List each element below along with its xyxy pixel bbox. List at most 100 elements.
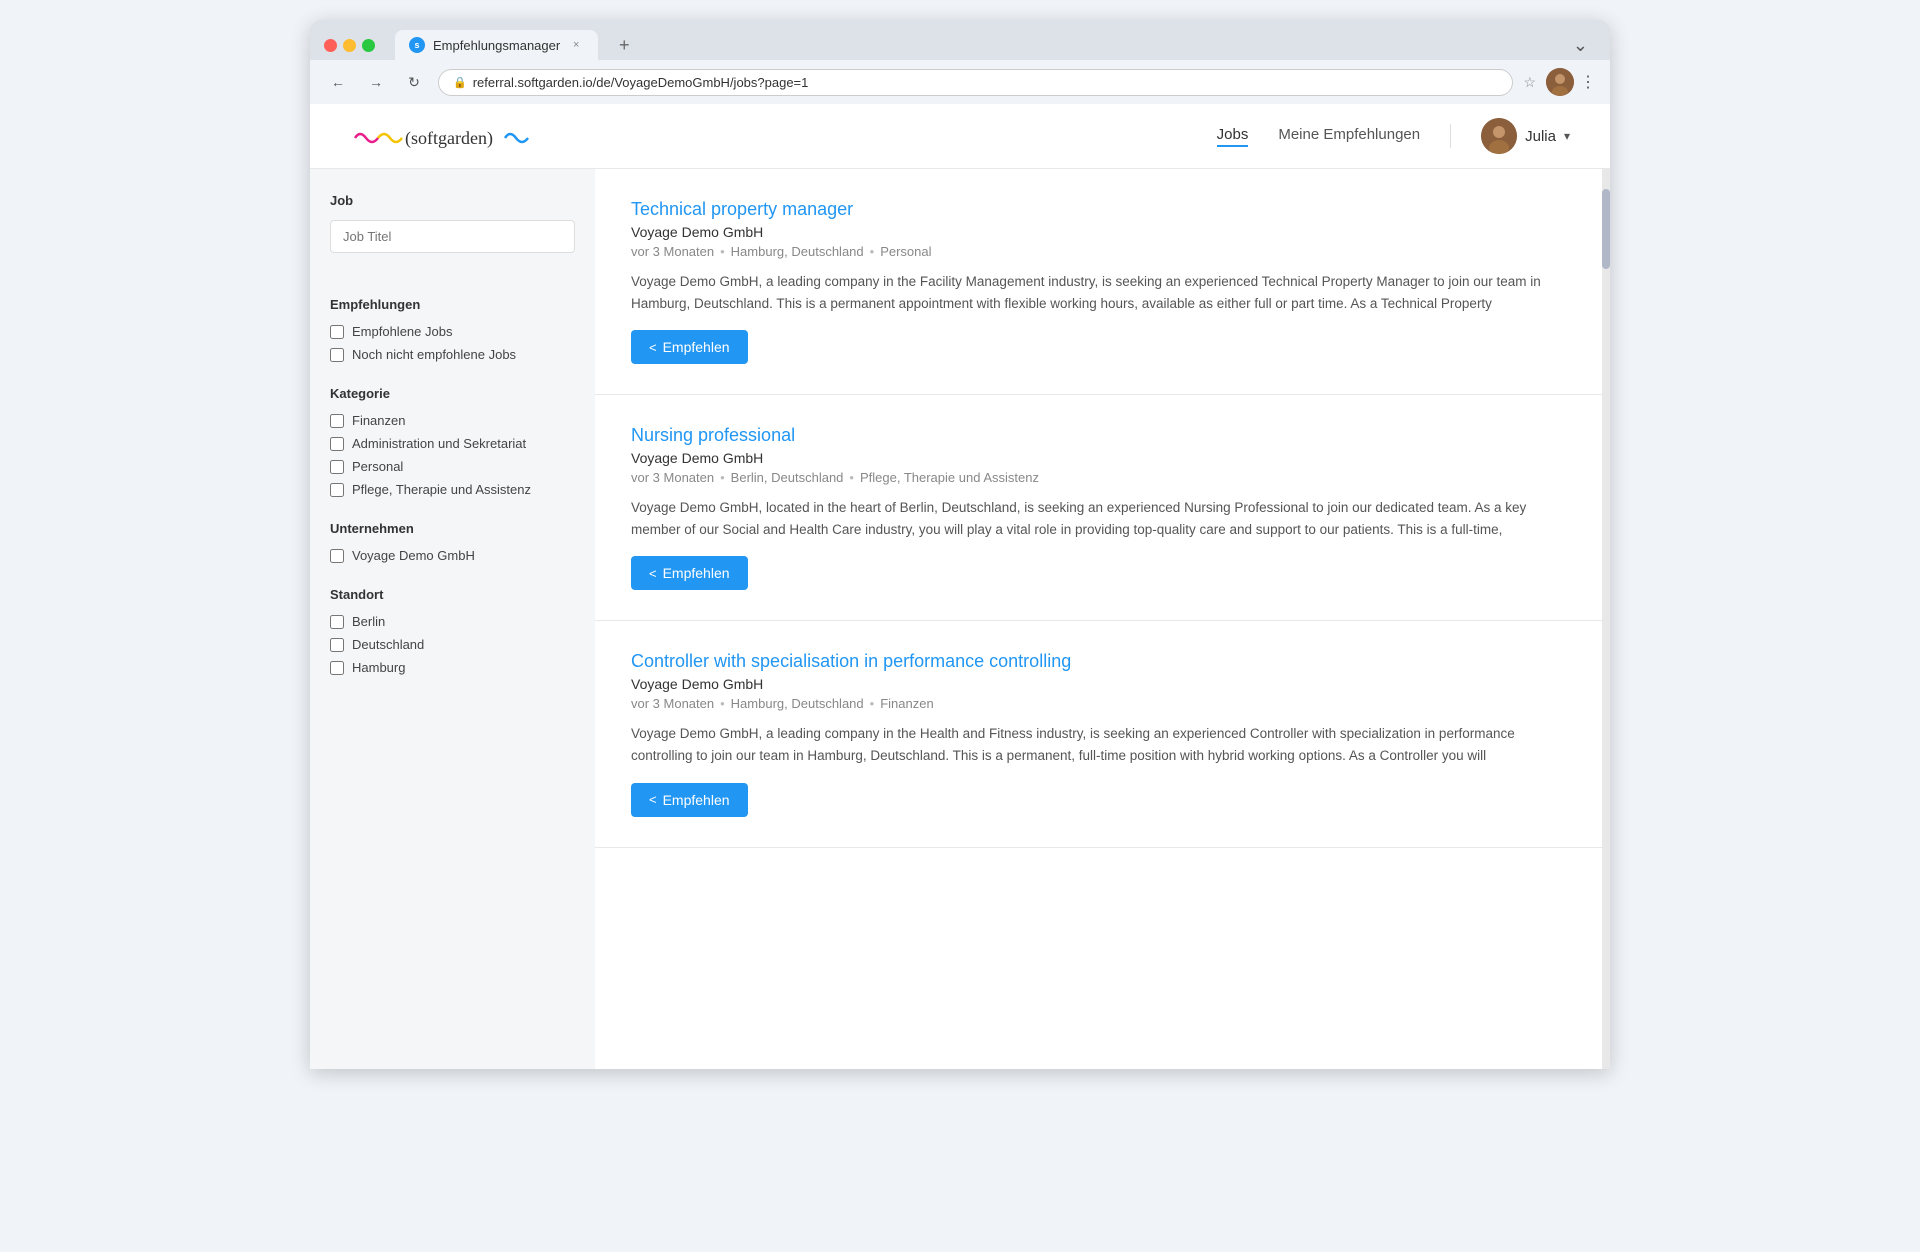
unternehmen-voyage-checkbox[interactable]: [330, 549, 344, 563]
reload-button[interactable]: ↻: [400, 68, 428, 96]
empfohlene-jobs-label: Empfohlene Jobs: [352, 324, 452, 339]
browser-addressbar: ← → ↻ 🔒 referral.softgarden.io/de/Voyage…: [310, 60, 1610, 104]
share-icon: <: [649, 340, 657, 355]
empfehlen-button-3[interactable]: < Empfehlen: [631, 783, 748, 817]
job-company-1: Voyage Demo GmbH: [631, 224, 1566, 240]
browser-tab[interactable]: s Empfehlungsmanager ×: [395, 30, 598, 60]
kategorie-personal-label: Personal: [352, 459, 403, 474]
job-time-2: vor 3 Monaten: [631, 470, 714, 485]
job-company-2: Voyage Demo GmbH: [631, 450, 1566, 466]
logo: (softgarden): [350, 116, 530, 156]
standort-hamburg-checkbox[interactable]: [330, 661, 344, 675]
security-icon: 🔒: [453, 76, 467, 89]
job-category-2: Pflege, Therapie und Assistenz: [860, 470, 1039, 485]
job-title-2[interactable]: Nursing professional: [631, 425, 1566, 446]
meta-dot: •: [720, 470, 725, 485]
job-card-1: Technical property manager Voyage Demo G…: [595, 169, 1602, 395]
new-tab-button[interactable]: +: [612, 33, 636, 57]
user-profile[interactable]: Julia ▾: [1481, 118, 1570, 154]
sidebar: Job Empfehlungen Empfohlene Jobs Noch ni…: [310, 169, 595, 1069]
unternehmen-voyage-item[interactable]: Voyage Demo GmbH: [330, 548, 575, 563]
nicht-empfohlene-jobs-checkbox-item[interactable]: Noch nicht empfohlene Jobs: [330, 347, 575, 362]
job-description-2: Voyage Demo GmbH, located in the heart o…: [631, 497, 1566, 540]
main-layout: Job Empfehlungen Empfohlene Jobs Noch ni…: [310, 169, 1610, 1069]
nav-link-empfehlungen[interactable]: Meine Empfehlungen: [1278, 126, 1420, 147]
standort-deutschland-item[interactable]: Deutschland: [330, 637, 575, 652]
svg-text:(softgarden): (softgarden): [405, 128, 493, 149]
job-card-3: Controller with specialisation in perfor…: [595, 621, 1602, 847]
close-window-button[interactable]: [324, 39, 337, 52]
kategorie-administration-checkbox[interactable]: [330, 437, 344, 451]
unternehmen-section-title: Unternehmen: [330, 521, 575, 536]
standort-berlin-item[interactable]: Berlin: [330, 614, 575, 629]
browser-toolbar-right: ⋮: [1546, 68, 1596, 96]
tab-close-button[interactable]: ×: [568, 37, 584, 53]
standort-hamburg-item[interactable]: Hamburg: [330, 660, 575, 675]
job-location-2: Berlin, Deutschland: [731, 470, 844, 485]
url-text: referral.softgarden.io/de/VoyageDemoGmbH…: [473, 75, 1499, 90]
content-area: Technical property manager Voyage Demo G…: [595, 169, 1602, 1069]
job-category-3: Finanzen: [880, 696, 933, 711]
kategorie-personal-checkbox[interactable]: [330, 460, 344, 474]
share-icon-2: <: [649, 566, 657, 581]
standort-hamburg-label: Hamburg: [352, 660, 405, 675]
standort-deutschland-label: Deutschland: [352, 637, 424, 652]
kategorie-finanzen-item[interactable]: Finanzen: [330, 413, 575, 428]
job-section-title: Job: [330, 193, 575, 208]
job-title-input[interactable]: [330, 220, 575, 253]
empfehlen-button-2[interactable]: < Empfehlen: [631, 556, 748, 590]
standort-berlin-checkbox[interactable]: [330, 615, 344, 629]
address-bar[interactable]: 🔒 referral.softgarden.io/de/VoyageDemoGm…: [438, 69, 1513, 96]
avatar: [1481, 118, 1517, 154]
job-meta-2: vor 3 Monaten • Berlin, Deutschland • Pf…: [631, 470, 1566, 485]
job-time-1: vor 3 Monaten: [631, 244, 714, 259]
empfohlene-jobs-checkbox-item[interactable]: Empfohlene Jobs: [330, 324, 575, 339]
browser-titlebar: s Empfehlungsmanager × + ⌄: [310, 20, 1610, 60]
kategorie-administration-item[interactable]: Administration und Sekretariat: [330, 436, 575, 451]
browser-profile-icon[interactable]: [1546, 68, 1574, 96]
scrollbar-thumb[interactable]: [1602, 189, 1610, 269]
empfehlen-label-3: Empfehlen: [663, 792, 730, 808]
nicht-empfohlene-jobs-label: Noch nicht empfohlene Jobs: [352, 347, 516, 362]
kategorie-administration-label: Administration und Sekretariat: [352, 436, 526, 451]
kategorie-section-title: Kategorie: [330, 386, 575, 401]
maximize-window-button[interactable]: [362, 39, 375, 52]
nicht-empfohlene-jobs-checkbox[interactable]: [330, 348, 344, 362]
kategorie-pflege-label: Pflege, Therapie und Assistenz: [352, 482, 531, 497]
standort-filter-section: Standort Berlin Deutschland Hamburg: [330, 587, 575, 675]
job-card-2: Nursing professional Voyage Demo GmbH vo…: [595, 395, 1602, 621]
forward-button[interactable]: →: [362, 68, 390, 96]
job-location-3: Hamburg, Deutschland: [731, 696, 864, 711]
browser-menu-button[interactable]: ⋮: [1580, 72, 1596, 92]
meta-dot: •: [720, 696, 725, 711]
empfehlen-button-1[interactable]: < Empfehlen: [631, 330, 748, 364]
empfehlen-label-1: Empfehlen: [663, 339, 730, 355]
job-category-1: Personal: [880, 244, 931, 259]
job-title-3[interactable]: Controller with specialisation in perfor…: [631, 651, 1566, 672]
standort-deutschland-checkbox[interactable]: [330, 638, 344, 652]
job-description-3: Voyage Demo GmbH, a leading company in t…: [631, 723, 1566, 766]
job-meta-3: vor 3 Monaten • Hamburg, Deutschland • F…: [631, 696, 1566, 711]
job-location-1: Hamburg, Deutschland: [731, 244, 864, 259]
traffic-lights: [324, 39, 375, 52]
app-content: (softgarden) Jobs Meine Empfehlungen: [310, 104, 1610, 1069]
kategorie-finanzen-checkbox[interactable]: [330, 414, 344, 428]
bookmark-icon[interactable]: ☆: [1523, 74, 1536, 91]
tab-title: Empfehlungsmanager: [433, 38, 560, 53]
tab-favicon: s: [409, 37, 425, 53]
minimize-window-button[interactable]: [343, 39, 356, 52]
browser-chevron[interactable]: ⌄: [1573, 35, 1596, 56]
kategorie-pflege-checkbox[interactable]: [330, 483, 344, 497]
scrollbar-track[interactable]: [1602, 169, 1610, 1069]
empfohlene-jobs-checkbox[interactable]: [330, 325, 344, 339]
back-button[interactable]: ←: [324, 68, 352, 96]
kategorie-pflege-item[interactable]: Pflege, Therapie und Assistenz: [330, 482, 575, 497]
empfehlungen-filter-section: Empfehlungen Empfohlene Jobs Noch nicht …: [330, 297, 575, 362]
standort-berlin-label: Berlin: [352, 614, 385, 629]
nav-link-jobs[interactable]: Jobs: [1217, 126, 1249, 147]
nav-links: Jobs Meine Empfehlungen Julia ▾: [1217, 118, 1570, 154]
user-menu-chevron-icon: ▾: [1564, 129, 1570, 143]
kategorie-personal-item[interactable]: Personal: [330, 459, 575, 474]
unternehmen-voyage-label: Voyage Demo GmbH: [352, 548, 475, 563]
job-title-1[interactable]: Technical property manager: [631, 199, 1566, 220]
